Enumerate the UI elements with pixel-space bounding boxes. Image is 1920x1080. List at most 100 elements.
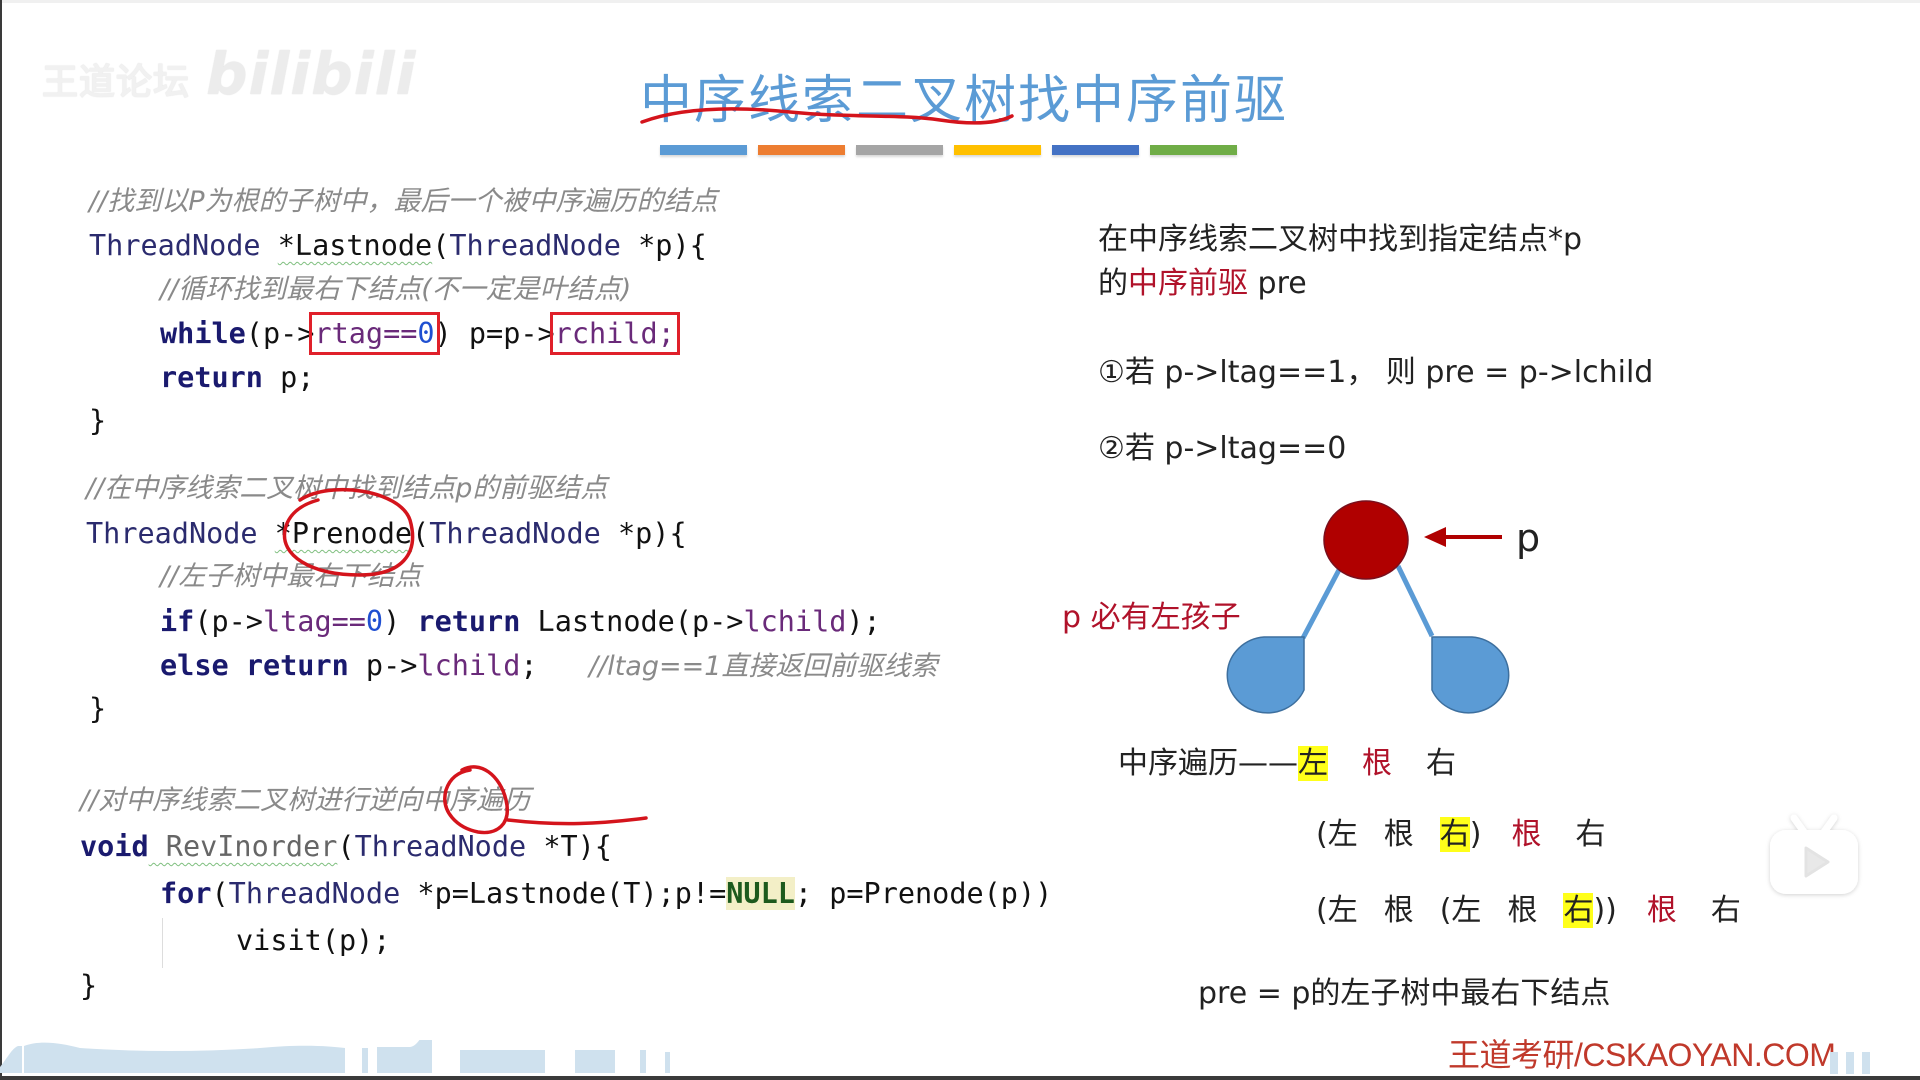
code-token: ThreadNode [429, 517, 601, 550]
code-line-close: } [89, 404, 107, 437]
bottom-decorative-strip [0, 1040, 670, 1073]
indent-guide [162, 918, 163, 968]
code-token: ThreadNode [354, 830, 527, 863]
code-comment: //左子树中最右下结点 [160, 561, 422, 592]
case-2: ②若 p->ltag==0 [1098, 431, 1347, 466]
traversal-root: 根 [1362, 746, 1392, 781]
case-1: ①若 p->ltag==1， 则 pre = p->lchild [1098, 355, 1654, 390]
left-subtree [1226, 636, 1305, 714]
traversal-row-2: (左根右) 根右 [1316, 809, 1605, 853]
code-token: (p-> [194, 605, 263, 638]
code-token: *Lastnode [277, 229, 433, 262]
code-token: p; [262, 361, 315, 394]
traversal-token: 根 [1383, 893, 1414, 928]
explanation-text: pre [1248, 266, 1307, 301]
code-comment: //循环找到最右下结点(不一定是叶结点) [160, 274, 632, 305]
code-token: return [160, 361, 263, 394]
accent-bar [660, 145, 747, 155]
traversal-row-3: (左根 (左根右)) 根右 [1316, 885, 1741, 929]
code-token: ThreadNode [86, 517, 258, 550]
code-token: 0 [365, 605, 384, 638]
code-token: rtag== [314, 317, 418, 350]
code-token: ; p=Prenode(p)) [794, 877, 1053, 910]
code-token: ( [337, 830, 355, 863]
traversal-left: 左 [1298, 746, 1328, 781]
code-token: RevInorder [148, 830, 338, 863]
traversal-token-highlight: 右 [1563, 893, 1594, 928]
code-line-else: else return p->lchild; //ltag==1直接返回前驱线索 [160, 649, 938, 682]
code-token: (p-> [245, 317, 315, 350]
code-token: p-> [348, 649, 418, 682]
traversal-token: (左 [1439, 893, 1482, 928]
code-token: lchild [743, 605, 847, 638]
code-token: ) p=p-> [434, 317, 555, 350]
code-token: ) [383, 605, 418, 638]
traversal-right: 右 [1426, 746, 1456, 781]
accent-bar [758, 145, 845, 155]
code-token: *p){ [600, 517, 687, 550]
explanation-line-2: 的中序前驱 pre [1098, 258, 1307, 302]
traversal-token-highlight: 右 [1439, 817, 1470, 852]
code-token: ThreadNode [89, 229, 261, 262]
code-line-visit: visit(p); [236, 924, 391, 957]
code-token: if [160, 605, 195, 638]
bilibili-logo: bilibili [206, 40, 417, 108]
red-underline-inorder [506, 816, 648, 826]
traversal-label: 中序遍历—— [1118, 746, 1298, 781]
code-token: *Prenode [274, 517, 413, 550]
code-token: return [417, 605, 521, 638]
accent-bar [1052, 145, 1139, 155]
code-comment: //对中序线索二叉树进行逆向中序遍历 [80, 785, 531, 816]
watermark: 王道论坛 bilibili [42, 40, 416, 108]
code-token: NULL [726, 877, 795, 910]
red-highlight-box: rtag==0 [309, 312, 440, 355]
code-token: ltag== [262, 605, 366, 638]
code-token: return [245, 649, 349, 682]
inorder-predecessor-label: 中序前驱 [1128, 266, 1248, 301]
pointer-label-p: p [1516, 516, 1541, 560]
code-token: *T){ [526, 830, 612, 863]
code-comment: //在中序线索二叉树中找到结点p的前驱结点 [86, 473, 608, 504]
code-line-prenode-signature: ThreadNode *Prenode(ThreadNode *p){ [86, 517, 687, 550]
traversal-token: 根 [1383, 817, 1414, 852]
frame-left-edge [0, 0, 2, 1080]
code-token: else [160, 649, 229, 682]
explanation-text: 的 [1098, 266, 1128, 301]
code-token: Lastnode(p-> [520, 605, 744, 638]
code-token: *p){ [620, 229, 707, 262]
code-token: void [80, 830, 149, 863]
code-token: ; [520, 649, 538, 682]
code-token: ThreadNode [228, 877, 401, 910]
accent-bar [856, 145, 943, 155]
bilibili-play-icon[interactable] [1764, 808, 1864, 900]
traversal-token: )) [1593, 893, 1617, 928]
code-line-lastnode-signature: ThreadNode *Lastnode(ThreadNode *p){ [89, 229, 707, 262]
code-line-revinorder-signature: void RevInorder(ThreadNode *T){ [80, 830, 612, 863]
explanation-line-1: 在中序线索二叉树中找到指定结点*p [1098, 222, 1583, 257]
code-comment: //找到以P为根的子树中，最后一个被中序遍历的结点 [89, 186, 718, 217]
traversal-row-1: 中序遍历——左根右 [1118, 738, 1456, 782]
traversal-token: (左 [1316, 817, 1358, 852]
pointer-arrowhead [1424, 527, 1446, 547]
code-token: for [160, 877, 212, 910]
code-line-while: while(p->rtag==0) p=p->rchild; [160, 312, 680, 355]
traversal-token: ) [1469, 817, 1482, 852]
frame-bottom-edge [0, 1076, 1920, 1080]
code-token: 0 [417, 317, 435, 350]
edge-right [1395, 564, 1435, 638]
code-token: ThreadNode [449, 229, 621, 262]
code-token: while [160, 317, 246, 350]
code-token: *p=Lastnode(T);p!= [400, 877, 727, 910]
traversal-token: 右 [1710, 893, 1741, 928]
frame-top-edge [0, 0, 1920, 3]
right-subtree [1431, 636, 1510, 714]
code-line-if: if(p->ltag==0) return Lastnode(p->lchild… [160, 605, 881, 638]
code-comment: //ltag==1直接返回前驱线索 [589, 651, 938, 682]
code-line-return: return p; [160, 361, 315, 394]
code-line-close: } [89, 692, 107, 725]
watermark-text: 王道论坛 [42, 62, 191, 103]
bottom-right-decorative-strip [1830, 1052, 1870, 1074]
edge-left [1300, 566, 1343, 640]
code-line-close: } [80, 969, 98, 1002]
accent-color-bars [660, 145, 1237, 155]
